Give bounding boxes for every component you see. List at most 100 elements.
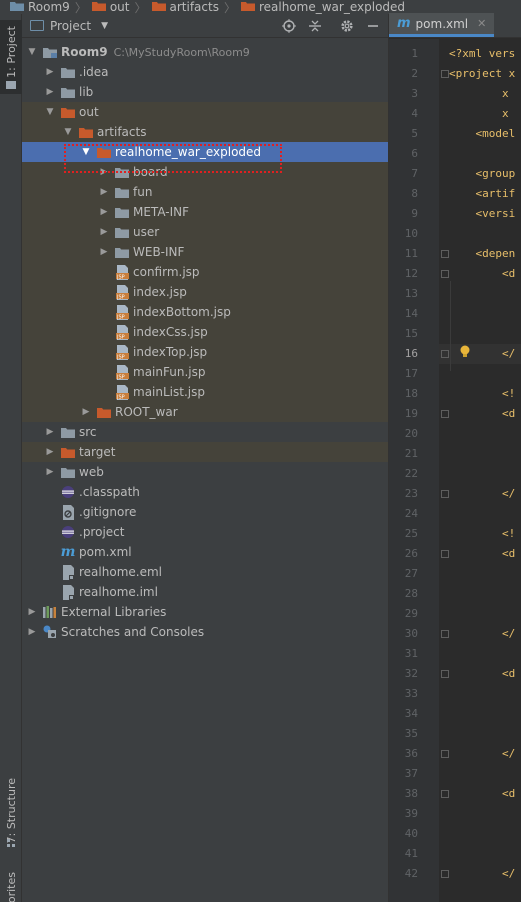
- locate-icon[interactable]: [282, 18, 296, 33]
- fold-marker-icon[interactable]: [441, 70, 449, 78]
- gear-icon[interactable]: [340, 19, 354, 33]
- fold-marker-icon[interactable]: [441, 870, 449, 878]
- tab-project[interactable]: 1: Project: [0, 20, 22, 94]
- tree-item-label: src: [79, 425, 97, 439]
- tab-pom-xml-label: pom.xml: [415, 16, 469, 31]
- folder-icon: [114, 164, 130, 180]
- tree-item[interactable]: ▶ .idea: [22, 62, 388, 82]
- fold-marker-icon[interactable]: [441, 250, 449, 258]
- tab-favorites[interactable]: Favorites: [0, 872, 22, 902]
- fold-marker-icon[interactable]: [441, 550, 449, 558]
- structure-icon: [7, 839, 15, 847]
- minimize-icon[interactable]: [366, 19, 380, 33]
- project-view-icon: [30, 20, 44, 31]
- chevron-right-icon[interactable]: ▶: [98, 167, 110, 177]
- tree-item-label: fun: [133, 185, 153, 199]
- fold-marker-icon[interactable]: [441, 270, 449, 278]
- tree-item[interactable]: ▶ target: [22, 442, 388, 462]
- project-view-selector[interactable]: Project ▼: [22, 19, 108, 33]
- tree-item[interactable]: JSP indexTop.jsp: [22, 342, 388, 362]
- tree-item[interactable]: ▶ fun: [22, 182, 388, 202]
- code-line: </: [449, 627, 516, 640]
- chevron-down-icon[interactable]: ▼: [44, 107, 56, 117]
- fold-marker-icon[interactable]: [441, 410, 449, 418]
- tree-item[interactable]: m pom.xml: [22, 542, 388, 562]
- tree-item[interactable]: ▶ lib: [22, 82, 388, 102]
- tree-item[interactable]: ▼ Room9 C:\MyStudyRoom\Room9: [22, 42, 388, 62]
- code-content[interactable]: <?xml vers <project x x x <model <group <…: [389, 39, 521, 902]
- breadcrumb-item[interactable]: Room9: [10, 0, 70, 14]
- file-icon: [60, 564, 76, 580]
- tree-item[interactable]: ▶ board: [22, 162, 388, 182]
- tree-item[interactable]: ▼ out: [22, 102, 388, 122]
- tree-item[interactable]: ▼ artifacts: [22, 122, 388, 142]
- tree-item-selected[interactable]: ▼ realhome_war_exploded: [22, 142, 388, 162]
- tree-item-label: user: [133, 225, 160, 239]
- tree-item[interactable]: JSP confirm.jsp: [22, 262, 388, 282]
- chevron-right-icon[interactable]: ▶: [44, 67, 56, 77]
- breadcrumb-separator: 〉: [223, 0, 236, 15]
- tab-pom-xml[interactable]: m pom.xml ✕: [389, 13, 495, 37]
- svg-text:JSP: JSP: [116, 294, 125, 300]
- tree-item[interactable]: JSP indexBottom.jsp: [22, 302, 388, 322]
- tree-item-label: Scratches and Consoles: [61, 625, 205, 639]
- editor-area: m pom.xml ✕ 1 2 3 4 5 6 7 8 9 10 11 12 13 14 15 16 17 18 1…: [388, 13, 521, 902]
- chevron-right-icon[interactable]: ▶: [44, 467, 56, 477]
- tree-item[interactable]: ▶ Scratches and Consoles: [22, 622, 388, 642]
- chevron-right-icon[interactable]: ▶: [44, 427, 56, 437]
- collapse-all-icon[interactable]: [308, 19, 322, 33]
- tree-item[interactable]: ▶ WEB-INF: [22, 242, 388, 262]
- chevron-right-icon[interactable]: ▶: [98, 247, 110, 257]
- chevron-right-icon[interactable]: ▶: [44, 87, 56, 97]
- tree-item[interactable]: ▶ META-INF: [22, 202, 388, 222]
- orange-folder-icon: [60, 104, 76, 120]
- fold-marker-icon[interactable]: [441, 630, 449, 638]
- chevron-right-icon[interactable]: ▶: [26, 627, 38, 637]
- tree-item-label: indexTop.jsp: [133, 345, 208, 359]
- code-line: <group: [449, 167, 516, 180]
- chevron-right-icon[interactable]: ▶: [80, 407, 92, 417]
- chevron-right-icon[interactable]: ▶: [98, 207, 110, 217]
- code-line: </: [449, 867, 516, 880]
- fold-marker-icon[interactable]: [441, 350, 449, 358]
- tree-item[interactable]: ▶ src: [22, 422, 388, 442]
- tree-item[interactable]: .gitignore: [22, 502, 388, 522]
- fold-marker-icon[interactable]: [441, 750, 449, 758]
- fold-marker-icon[interactable]: [441, 670, 449, 678]
- breadcrumb-separator: 〉: [74, 0, 87, 15]
- code-line: <d: [449, 547, 516, 560]
- breadcrumb-item[interactable]: out: [91, 0, 129, 14]
- tree-item[interactable]: realhome.iml: [22, 582, 388, 602]
- tree-item[interactable]: realhome.eml: [22, 562, 388, 582]
- breadcrumb-item[interactable]: artifacts: [151, 0, 219, 14]
- chevron-down-icon[interactable]: ▼: [26, 47, 38, 57]
- chevron-right-icon[interactable]: ▶: [98, 187, 110, 197]
- tree-item[interactable]: ▶ ROOT_war: [22, 402, 388, 422]
- tree-item[interactable]: ▶ web: [22, 462, 388, 482]
- maven-icon: m: [397, 16, 411, 31]
- code-line: <d: [449, 787, 516, 800]
- tree-item[interactable]: JSP mainList.jsp: [22, 382, 388, 402]
- chevron-down-icon[interactable]: ▼: [80, 147, 92, 157]
- tree-item-label: realhome.iml: [79, 585, 158, 599]
- fold-marker-icon[interactable]: [441, 490, 449, 498]
- tree-item[interactable]: ▶ External Libraries: [22, 602, 388, 622]
- tree-item[interactable]: JSP indexCss.jsp: [22, 322, 388, 342]
- tree-item-label: META-INF: [133, 205, 190, 219]
- folder-icon: [60, 84, 76, 100]
- chevron-right-icon[interactable]: ▶: [26, 607, 38, 617]
- tree-item[interactable]: .project: [22, 522, 388, 542]
- tab-structure[interactable]: 7: Structure: [0, 774, 22, 854]
- chevron-right-icon[interactable]: ▶: [98, 227, 110, 237]
- tree-item[interactable]: JSP mainFun.jsp: [22, 362, 388, 382]
- tree-item[interactable]: .classpath: [22, 482, 388, 502]
- orange-folder-icon: [78, 124, 94, 140]
- fold-marker-icon[interactable]: [441, 790, 449, 798]
- chevron-right-icon[interactable]: ▶: [44, 447, 56, 457]
- breadcrumb-item[interactable]: realhome_war_exploded: [240, 0, 405, 14]
- tree-item[interactable]: ▶ user: [22, 222, 388, 242]
- tree-item[interactable]: JSP index.jsp: [22, 282, 388, 302]
- close-icon[interactable]: ✕: [477, 17, 486, 30]
- chevron-down-icon[interactable]: ▼: [62, 127, 74, 137]
- lightbulb-icon[interactable]: [459, 345, 471, 362]
